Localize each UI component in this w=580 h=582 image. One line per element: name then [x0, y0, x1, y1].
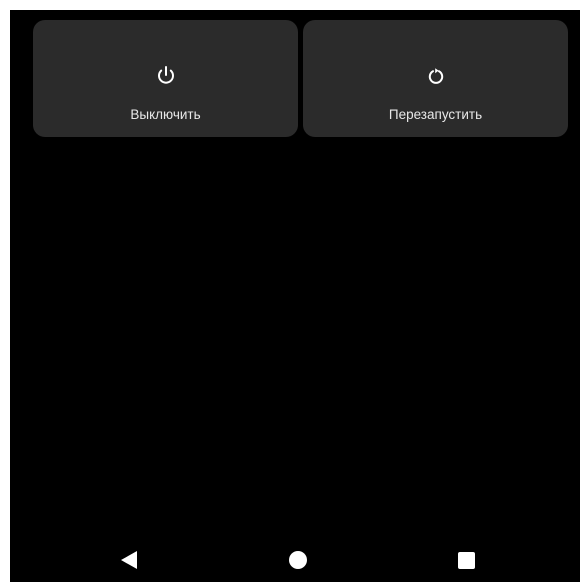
restart-button[interactable]: Перезапустить [303, 20, 568, 137]
back-button[interactable] [110, 540, 150, 580]
recents-square-icon [457, 551, 475, 569]
back-triangle-icon [120, 551, 137, 569]
navigation-bar [10, 538, 580, 582]
screen: Выключить Перезапустить [10, 10, 580, 582]
home-circle-icon [289, 551, 307, 569]
power-icon [157, 66, 174, 84]
home-button[interactable] [278, 540, 318, 580]
recents-button[interactable] [446, 540, 486, 580]
power-off-label: Выключить [130, 107, 201, 122]
power-menu: Выключить Перезапустить [33, 20, 568, 137]
power-off-button[interactable]: Выключить [33, 20, 298, 137]
restart-label: Перезапустить [388, 107, 483, 122]
restart-icon [428, 68, 443, 84]
